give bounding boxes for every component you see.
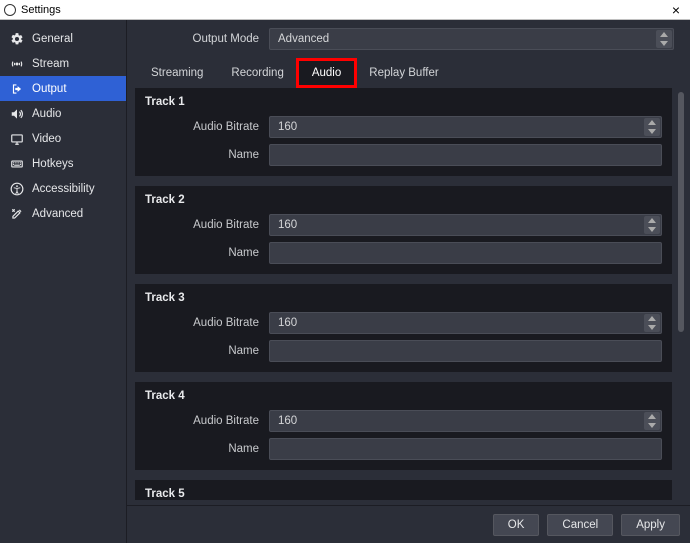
audio-bitrate-input[interactable] (269, 214, 662, 236)
titlebar: Settings × (0, 0, 690, 20)
gear-icon (10, 32, 24, 46)
name-label: Name (145, 149, 259, 161)
output-mode-select[interactable]: Advanced (269, 28, 674, 50)
tools-icon (10, 207, 24, 221)
keyboard-icon (10, 157, 24, 171)
audio-bitrate-input[interactable] (269, 312, 662, 334)
tab-replay-buffer[interactable]: Replay Buffer (355, 60, 452, 86)
track-title: Track 3 (145, 292, 662, 304)
app-icon (4, 4, 16, 16)
sidebar-item-advanced[interactable]: Advanced (0, 201, 126, 226)
stepper-icon[interactable] (644, 216, 660, 234)
track-group-4: Track 4 Audio Bitrate Name (135, 382, 672, 470)
close-icon[interactable]: × (666, 3, 686, 17)
content-pane: Output Mode Advanced Streaming Recording… (127, 20, 690, 543)
speaker-icon (10, 107, 24, 121)
window-title: Settings (21, 4, 666, 16)
track-group-1: Track 1 Audio Bitrate Name (135, 88, 672, 176)
sidebar-item-label: Output (32, 83, 67, 95)
sidebar-item-output[interactable]: Output (0, 76, 126, 101)
track-title: Track 4 (145, 390, 662, 402)
audio-bitrate-label: Audio Bitrate (145, 121, 259, 133)
output-mode-row: Output Mode Advanced (137, 28, 674, 50)
scrollbar-thumb[interactable] (678, 92, 684, 332)
track-group-2: Track 2 Audio Bitrate Name (135, 186, 672, 274)
audio-bitrate-input[interactable] (269, 410, 662, 432)
audio-bitrate-label: Audio Bitrate (145, 317, 259, 329)
sidebar-item-video[interactable]: Video (0, 126, 126, 151)
sidebar-item-audio[interactable]: Audio (0, 101, 126, 126)
apply-button[interactable]: Apply (621, 514, 680, 536)
cancel-button[interactable]: Cancel (547, 514, 613, 536)
sidebar-item-label: Stream (32, 58, 69, 70)
track-name-input[interactable] (269, 340, 662, 362)
dropdown-spinner-icon[interactable] (656, 30, 672, 48)
track-name-input[interactable] (269, 144, 662, 166)
stepper-icon[interactable] (644, 412, 660, 430)
dialog-button-bar: OK Cancel Apply (127, 505, 690, 543)
sidebar-item-general[interactable]: General (0, 26, 126, 51)
sidebar-item-label: General (32, 33, 73, 45)
sidebar-item-stream[interactable]: Stream (0, 51, 126, 76)
stepper-icon[interactable] (644, 314, 660, 332)
output-icon (10, 82, 24, 96)
track-group-3: Track 3 Audio Bitrate Name (135, 284, 672, 372)
sidebar: General Stream Output Audio Video (0, 20, 127, 543)
track-title: Track 2 (145, 194, 662, 206)
output-mode-label: Output Mode (137, 33, 259, 45)
sidebar-item-label: Advanced (32, 208, 83, 220)
sidebar-item-accessibility[interactable]: Accessibility (0, 176, 126, 201)
output-tabs: Streaming Recording Audio Replay Buffer (137, 60, 674, 86)
sidebar-item-label: Hotkeys (32, 158, 74, 170)
name-label: Name (145, 443, 259, 455)
sidebar-item-hotkeys[interactable]: Hotkeys (0, 151, 126, 176)
broadcast-icon (10, 57, 24, 71)
accessibility-icon (10, 182, 24, 196)
vertical-scrollbar[interactable] (678, 92, 684, 499)
stepper-icon[interactable] (644, 118, 660, 136)
track-group-5: Track 5 (135, 480, 672, 500)
ok-button[interactable]: OK (493, 514, 540, 536)
track-name-input[interactable] (269, 242, 662, 264)
sidebar-item-label: Video (32, 133, 61, 145)
audio-bitrate-input[interactable] (269, 116, 662, 138)
name-label: Name (145, 345, 259, 357)
monitor-icon (10, 132, 24, 146)
track-title: Track 5 (145, 488, 662, 500)
track-title: Track 1 (145, 96, 662, 108)
tab-recording[interactable]: Recording (217, 60, 297, 86)
track-name-input[interactable] (269, 438, 662, 460)
tab-audio[interactable]: Audio (298, 60, 355, 86)
sidebar-item-label: Accessibility (32, 183, 95, 195)
audio-tracks-scroll: Track 1 Audio Bitrate Name (127, 86, 678, 505)
tab-streaming[interactable]: Streaming (137, 60, 217, 86)
output-mode-value: Advanced (269, 28, 674, 50)
audio-bitrate-label: Audio Bitrate (145, 219, 259, 231)
sidebar-item-label: Audio (32, 108, 61, 120)
name-label: Name (145, 247, 259, 259)
audio-bitrate-label: Audio Bitrate (145, 415, 259, 427)
